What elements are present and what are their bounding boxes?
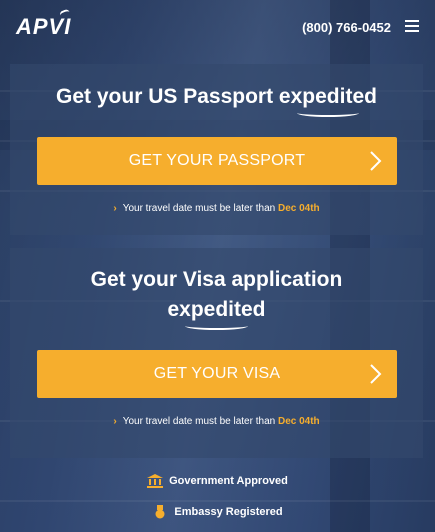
get-passport-button[interactable]: GET YOUR PASSPORT	[37, 137, 397, 185]
badge-label: Embassy Registered	[174, 506, 283, 518]
badge-government-approved: Government Approved	[0, 470, 435, 492]
accent-underline	[296, 109, 359, 117]
medal-icon	[155, 505, 165, 519]
visa-headline-accent: expedited	[167, 298, 266, 321]
phone-number[interactable]: (800) 766-0452	[302, 20, 391, 35]
visa-note-date: Dec 04th	[277, 416, 320, 427]
passport-travel-note: › Your travel date must be later than Dec…	[10, 203, 423, 214]
passport-note-date: Dec 04th	[277, 203, 320, 214]
visa-note-text: Your travel date must be later than	[122, 416, 278, 427]
chevron-small-icon: ›	[113, 416, 117, 427]
top-bar: APVI (800) 766-0452	[0, 0, 435, 58]
chevron-right-icon	[370, 151, 382, 171]
visa-panel: Get your Visa application expedited GET …	[10, 248, 423, 458]
passport-headline: Get your US Passport expedited	[10, 83, 423, 117]
passport-headline-prefix: Get your US Passport	[56, 85, 279, 108]
apvi-logo[interactable]: APVI	[16, 8, 72, 40]
get-passport-label: GET YOUR PASSPORT	[128, 152, 306, 169]
get-visa-button[interactable]: GET YOUR VISA	[37, 350, 397, 398]
accent-underline	[185, 322, 248, 330]
badge-label: Government Approved	[169, 475, 288, 487]
passport-headline-accent: expedited	[278, 85, 377, 108]
trust-badges: Government Approved Embassy Registered	[0, 470, 435, 523]
chevron-small-icon: ›	[113, 203, 117, 214]
visa-headline-line1: Get your Visa application	[90, 268, 343, 291]
visa-travel-note: › Your travel date must be later than Dec…	[10, 416, 423, 427]
badge-embassy-registered: Embassy Registered	[0, 501, 435, 523]
passport-panel: Get your US Passport expedited GET YOUR …	[10, 64, 423, 235]
chevron-right-icon	[370, 364, 382, 384]
hamburger-icon[interactable]	[405, 20, 419, 32]
government-building-icon	[147, 474, 164, 488]
visa-headline: Get your Visa application expedited	[10, 266, 423, 330]
get-visa-label: GET YOUR VISA	[153, 365, 281, 382]
passport-note-text: Your travel date must be later than	[122, 203, 278, 214]
